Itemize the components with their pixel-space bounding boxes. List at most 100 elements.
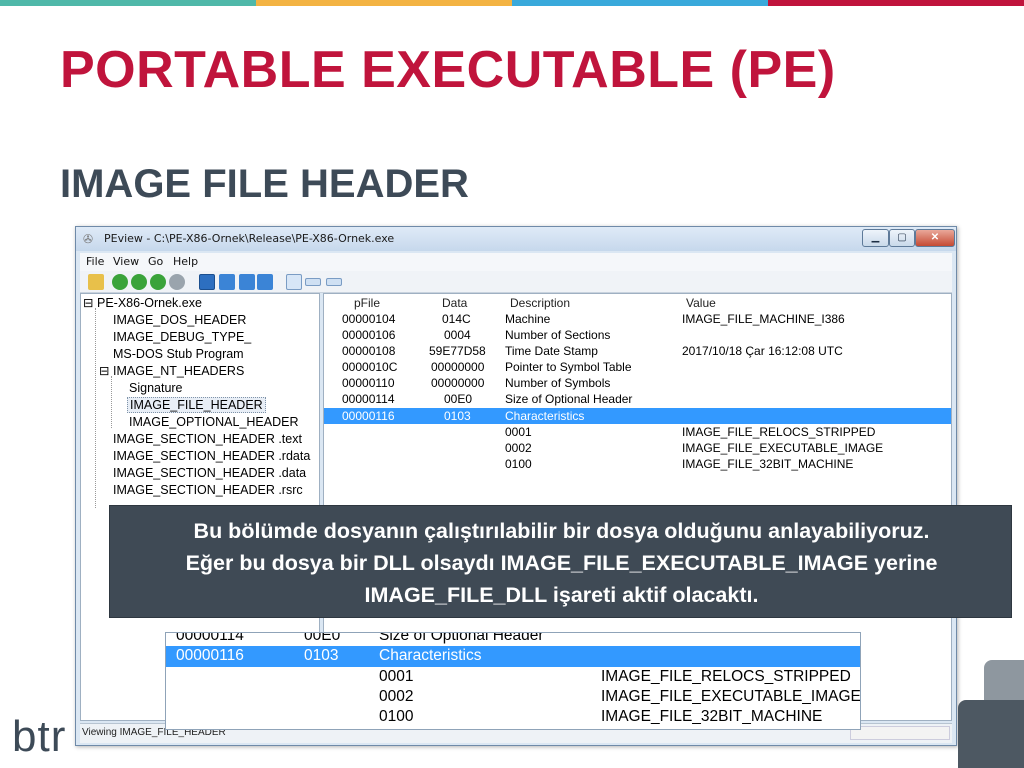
open-folder-icon[interactable]: [88, 274, 104, 290]
stripe-red: [768, 0, 1024, 6]
top-color-stripe: [0, 0, 1024, 6]
tree-expander-nt-headers[interactable]: ⊟: [99, 363, 109, 378]
stripe-teal: [0, 0, 256, 6]
forward-icon[interactable]: [131, 274, 147, 290]
stripe-yellow: [256, 0, 512, 6]
cell-pfile: 00000110: [342, 376, 395, 390]
view-hex-icon[interactable]: [199, 274, 215, 290]
tree-item-section-rdata[interactable]: IMAGE_SECTION_HEADER .rdata: [113, 449, 310, 463]
menu-view[interactable]: View: [113, 255, 139, 268]
cell-description: Time Date Stamp: [505, 344, 598, 358]
view-byte-icon[interactable]: [219, 274, 235, 290]
cell-value: 2017/10/18 Çar 16:12:08 UTC: [682, 344, 843, 358]
zoom-cell-pfile: 00000116: [176, 647, 244, 664]
cell-data: 59E77D58: [429, 344, 486, 358]
back-icon[interactable]: [112, 274, 128, 290]
tree-item-signature[interactable]: Signature: [129, 381, 183, 395]
cell-value: IMAGE_FILE_EXECUTABLE_IMAGE: [682, 441, 884, 455]
zoom-cell-pfile: 00000114: [176, 632, 244, 644]
tree-item-root[interactable]: PE-X86-Ornek.exe: [97, 296, 202, 310]
tree-guide: [111, 376, 112, 428]
file-offset-icon[interactable]: [326, 278, 342, 286]
corner-decoration: [958, 700, 1024, 768]
cell-value: IMAGE_FILE_32BIT_MACHINE: [682, 457, 854, 471]
view-dword-icon[interactable]: [257, 274, 273, 290]
cell-description: Pointer to Symbol Table: [505, 360, 632, 374]
zoom-cell-value: IMAGE_FILE_32BIT_MACHINE: [601, 708, 823, 725]
up-icon[interactable]: [150, 274, 166, 290]
logo: btr: [12, 712, 67, 761]
cell-data: 00000000: [431, 376, 485, 390]
window-title: PEview - C:\PE-X86-Ornek\Release\PE-X86-…: [104, 232, 395, 245]
zoom-cell-data: 0103: [304, 647, 339, 664]
cell-data: 0004: [444, 328, 471, 342]
minimize-button[interactable]: ▁: [862, 229, 889, 247]
zoom-cell-value: IMAGE_FILE_EXECUTABLE_IMAGE: [601, 688, 861, 705]
cell-description: Characteristics: [505, 409, 585, 423]
close-button[interactable]: ✕: [915, 229, 955, 247]
zoom-cell-data: 00E0: [304, 632, 341, 644]
cell-description: Machine: [505, 312, 551, 326]
menu-help[interactable]: Help: [173, 255, 198, 268]
stripe-blue: [512, 0, 768, 6]
down-icon[interactable]: [169, 274, 185, 290]
cell-pfile: 00000104: [342, 312, 396, 326]
tree-item-nt-headers[interactable]: IMAGE_NT_HEADERS: [113, 364, 244, 378]
address-mode-icon[interactable]: [286, 274, 302, 290]
cell-description: Number of Symbols: [505, 376, 611, 390]
zoom-cell-description: 0002: [379, 688, 414, 705]
cell-data: 0103: [444, 409, 471, 423]
column-header-data[interactable]: Data: [442, 296, 467, 310]
cell-value: IMAGE_FILE_RELOCS_STRIPPED: [682, 425, 876, 439]
menu-go[interactable]: Go: [148, 255, 163, 268]
table-row-selected[interactable]: 00000116 0103 Characteristics: [324, 408, 951, 424]
tree-item-debug-type[interactable]: IMAGE_DEBUG_TYPE_: [113, 330, 251, 344]
column-header-value[interactable]: Value: [686, 296, 716, 310]
zoom-row-selected: 00000116 0103 Characteristics: [166, 646, 860, 667]
cell-description: Number of Sections: [505, 328, 611, 342]
column-header-description[interactable]: Description: [510, 296, 570, 310]
horizontal-scrollbar[interactable]: [850, 726, 950, 740]
column-header-pfile[interactable]: pFile: [354, 296, 380, 310]
cell-description: Size of Optional Header: [505, 392, 633, 406]
tree-expander-root[interactable]: ⊟: [83, 295, 93, 310]
zoom-cell-description: Size of Optional Header: [379, 632, 544, 644]
zoom-cell-description: 0001: [379, 668, 414, 685]
cell-description: 0002: [505, 441, 532, 455]
view-word-icon[interactable]: [239, 274, 255, 290]
tree-item-section-data[interactable]: IMAGE_SECTION_HEADER .data: [113, 466, 306, 480]
zoom-inset: 00000114 00E0 Size of Optional Header 00…: [165, 632, 861, 730]
rva-mode-icon[interactable]: [305, 278, 321, 286]
tree-guide: [95, 308, 96, 508]
cell-pfile: 00000108: [342, 344, 396, 358]
toolbar: [80, 271, 952, 293]
explanation-callout: Bu bölümde dosyanın çalıştırılabilir bir…: [109, 505, 1012, 618]
slide: PORTABLE EXECUTABLE (PE) IMAGE FILE HEAD…: [0, 0, 1024, 768]
zoom-cell-description: Characteristics: [379, 647, 482, 664]
zoom-cell-value: IMAGE_FILE_RELOCS_STRIPPED: [601, 668, 851, 685]
tree-item-optional-header[interactable]: IMAGE_OPTIONAL_HEADER: [129, 415, 299, 429]
tree-item-dos-header[interactable]: IMAGE_DOS_HEADER: [113, 313, 246, 327]
window-titlebar[interactable]: ✇ PEview - C:\PE-X86-Ornek\Release\PE-X8…: [76, 227, 956, 251]
menu-bar: File View Go Help: [80, 253, 952, 271]
slide-subtitle: IMAGE FILE HEADER: [60, 162, 469, 206]
tree-item-section-rsrc[interactable]: IMAGE_SECTION_HEADER .rsrc: [113, 483, 303, 497]
app-icon: ✇: [83, 232, 94, 246]
menu-file[interactable]: File: [86, 255, 104, 268]
tree-item-file-header[interactable]: IMAGE_FILE_HEADER: [127, 397, 266, 413]
cell-data: 00000000: [431, 360, 485, 374]
cell-pfile: 00000106: [342, 328, 396, 342]
callout-line-1: Bu bölümde dosyanın çalıştırılabilir bir…: [193, 519, 930, 543]
maximize-button[interactable]: ▢: [889, 229, 915, 247]
tree-item-section-text[interactable]: IMAGE_SECTION_HEADER .text: [113, 432, 302, 446]
zoom-cell-description: 0100: [379, 708, 414, 725]
tree-item-dos-stub[interactable]: MS-DOS Stub Program: [113, 347, 244, 361]
cell-data: 014C: [442, 312, 471, 326]
callout-line-2: Eğer bu dosya bir DLL olsaydı IMAGE_FILE…: [185, 551, 938, 575]
cell-description: 0100: [505, 457, 532, 471]
cell-pfile: 00000114: [342, 392, 395, 406]
cell-value: IMAGE_FILE_MACHINE_I386: [682, 312, 845, 326]
cell-pfile: 0000010C: [342, 360, 398, 374]
slide-title: PORTABLE EXECUTABLE (PE): [60, 41, 836, 99]
cell-data: 00E0: [444, 392, 473, 406]
